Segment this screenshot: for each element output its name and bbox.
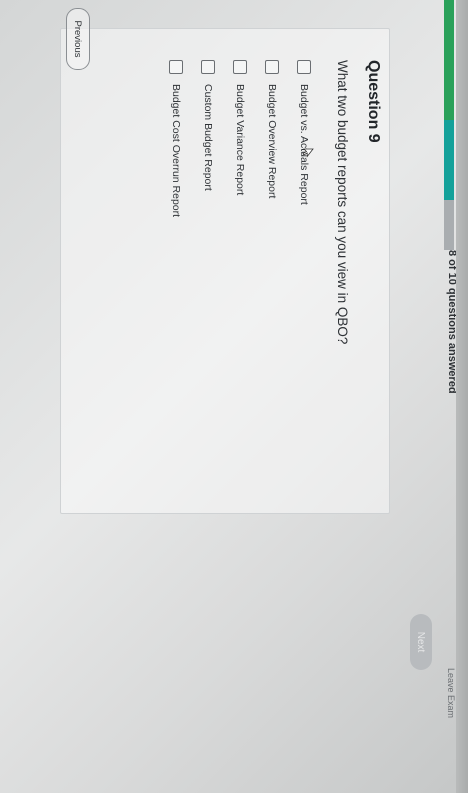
answer-option[interactable]: Budget Cost Overrun Report [164,60,188,380]
answer-option[interactable]: Budget Variance Report [228,60,252,380]
answer-option[interactable]: Budget Overview Report [260,60,284,380]
question-title: Question 9 [365,60,382,143]
answer-option-label: Budget Cost Overrun Report [170,84,182,218]
question-text: What two budget reports can you view in … [335,60,350,345]
answer-options: Budget vs. Actuals Report Budget Overvie… [156,60,316,380]
answer-option-label: Budget Overview Report [266,84,278,199]
checkbox[interactable] [233,60,247,74]
checkbox[interactable] [169,60,183,74]
exam-page: 8 of 10 questions answered Leave Exam Ne… [0,0,468,793]
answer-option-label: Budget Variance Report [234,84,246,196]
answer-option-label: Budget vs. Actuals Report [298,84,310,205]
checkbox[interactable] [201,60,215,74]
progress-bar-fill [444,0,454,120]
answer-option[interactable]: Budget vs. Actuals Report [292,60,316,380]
screen-edge [456,0,468,793]
previous-button[interactable]: Previous [66,8,90,70]
leave-exam-link[interactable]: Leave Exam [446,668,456,718]
answer-option-label: Custom Budget Report [202,84,214,191]
progress-bar-fill-accent [444,120,454,200]
answer-option[interactable]: Custom Budget Report [196,60,220,380]
progress-bar [444,0,454,250]
photo-background: 8 of 10 questions answered Leave Exam Ne… [0,0,468,793]
next-button[interactable]: Next [410,614,432,670]
checkbox[interactable] [265,60,279,74]
mouse-cursor-icon [302,148,314,158]
checkbox[interactable] [297,60,311,74]
